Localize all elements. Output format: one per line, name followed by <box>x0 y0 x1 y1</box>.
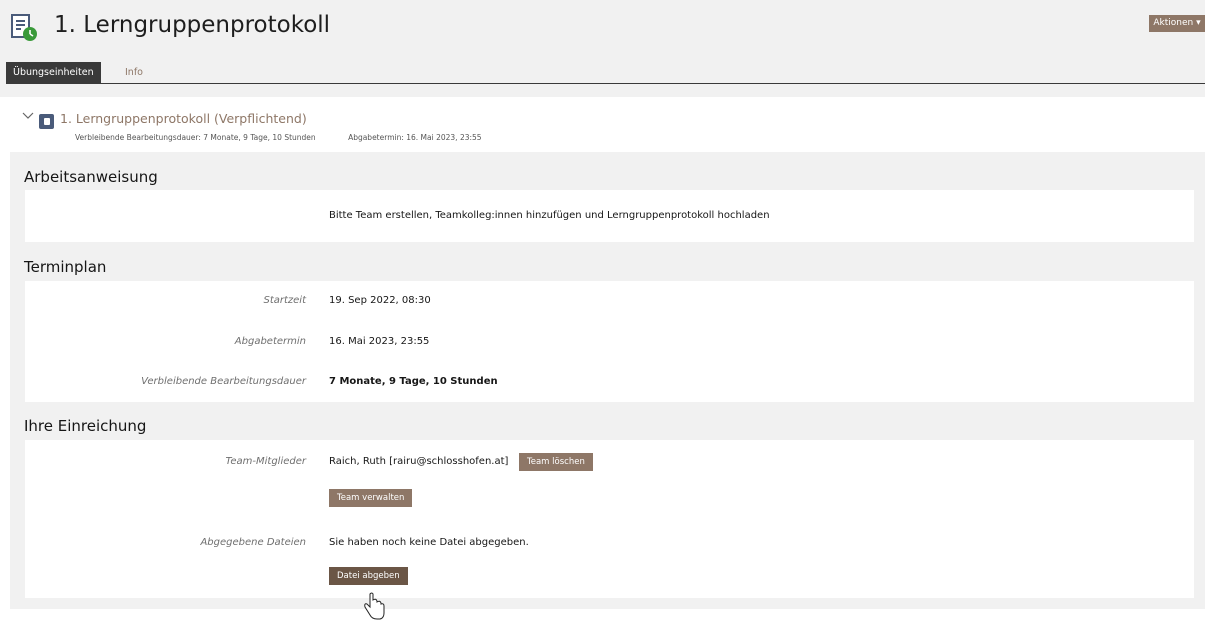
instructions-panel: Bitte Team erstellen, Teamkolleg:innen h… <box>25 190 1194 242</box>
submit-file-button[interactable]: Datei abgeben <box>329 567 408 585</box>
assignment-title-link[interactable]: 1. Lerngruppenprotokoll (Verpflichtend) <box>60 111 307 126</box>
manage-team-button[interactable]: Team verwalten <box>329 489 413 507</box>
remaining-label: Verbleibende Bearbeitungsdauer <box>141 376 306 387</box>
deadline-label: Abgabetermin <box>234 336 306 347</box>
remaining-value: 7 Monate, 9 Tage, 10 Stunden <box>329 376 498 387</box>
deadline-text: Abgabetermin: 16. Mai 2023, 23:55 <box>348 133 482 142</box>
assignment-type-icon <box>39 114 54 129</box>
document-clock-icon <box>11 14 37 41</box>
page-title: 1. Lerngruppenprotokoll <box>54 12 331 38</box>
start-time-value: 19. Sep 2022, 08:30 <box>329 295 431 306</box>
assignment-meta: Verbleibende Bearbeitungsdauer: 7 Monate… <box>75 133 512 142</box>
start-time-label: Startzeit <box>263 295 306 306</box>
submitted-files-label: Abgegebene Dateien <box>200 537 306 548</box>
assignment-header[interactable]: 1. Lerngruppenprotokoll (Verpflichtend) … <box>10 106 1205 152</box>
tab-info[interactable]: Info <box>125 62 143 83</box>
submitted-files-value: Sie haben noch keine Datei abgegeben. <box>329 537 529 548</box>
tab-uebungseinheiten[interactable]: Übungseinheiten <box>6 62 101 83</box>
actions-dropdown-button[interactable]: Aktionen ▾ <box>1149 15 1205 32</box>
section-title-submission: Ihre Einreichung <box>24 417 147 435</box>
chevron-down-icon[interactable] <box>22 112 34 120</box>
deadline-value: 16. Mai 2023, 23:55 <box>329 336 430 347</box>
team-member-name: Raich, Ruth [rairu@schlosshofen.at] <box>329 456 509 467</box>
hand-pointer-icon <box>364 592 385 620</box>
instructions-text: Bitte Team erstellen, Teamkolleg:innen h… <box>329 210 770 221</box>
remaining-time-text: Verbleibende Bearbeitungsdauer: 7 Monate… <box>75 133 316 142</box>
section-title-instructions: Arbeitsanweisung <box>24 168 158 186</box>
submission-panel: Team-Mitglieder Raich, Ruth [rairu@schlo… <box>25 440 1194 598</box>
page-header: 1. Lerngruppenprotokoll Aktionen ▾ Übung… <box>0 0 1205 97</box>
delete-team-button[interactable]: Team löschen <box>519 453 593 471</box>
section-title-schedule: Terminplan <box>24 258 107 276</box>
team-members-label: Team-Mitglieder <box>225 456 307 467</box>
schedule-panel: Startzeit 19. Sep 2022, 08:30 Abgabeterm… <box>25 281 1194 402</box>
tab-bar: Übungseinheiten Info <box>6 62 1205 84</box>
